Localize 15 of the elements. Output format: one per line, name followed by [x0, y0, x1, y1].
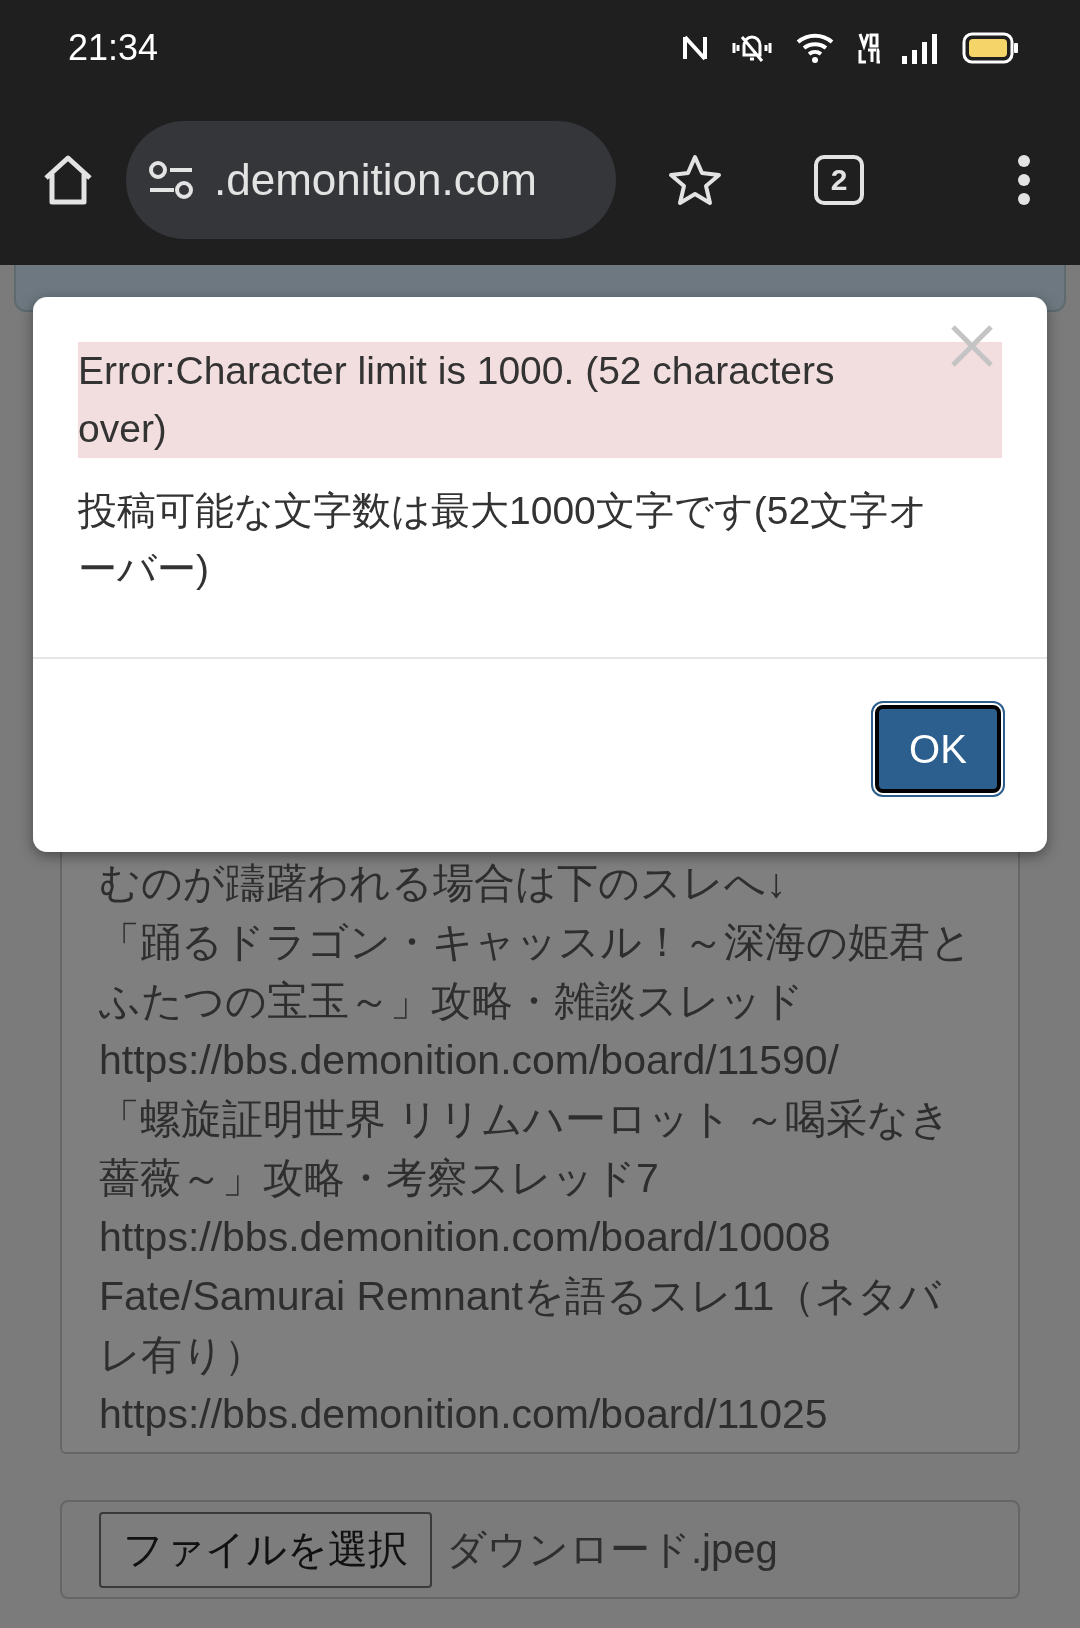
battery-icon: [962, 31, 1020, 64]
star-icon[interactable]: [668, 154, 722, 206]
site-settings-icon[interactable]: [148, 160, 194, 200]
file-input-field[interactable]: ファイルを選択 ダウンロード.jpeg: [60, 1500, 1020, 1599]
url-text: .demonition.com: [214, 155, 537, 205]
dialog-message: 投稿可能な文字数は最大1000文字です(52文字オーバー): [78, 488, 930, 592]
file-name: ダウンロード.jpeg: [446, 1526, 778, 1573]
tab-count-button[interactable]: 2: [814, 155, 864, 205]
signal-icon: [902, 31, 940, 64]
clock-time: 21:34: [68, 26, 159, 69]
error-message: Error:Character limit is 1000. (52 characters over): [78, 342, 1002, 458]
menu-icon[interactable]: [1016, 154, 1032, 206]
choose-file-button[interactable]: ファイルを選択: [99, 1511, 432, 1588]
address-bar[interactable]: .demonition.com: [126, 121, 616, 239]
wifi-icon: [796, 31, 836, 64]
